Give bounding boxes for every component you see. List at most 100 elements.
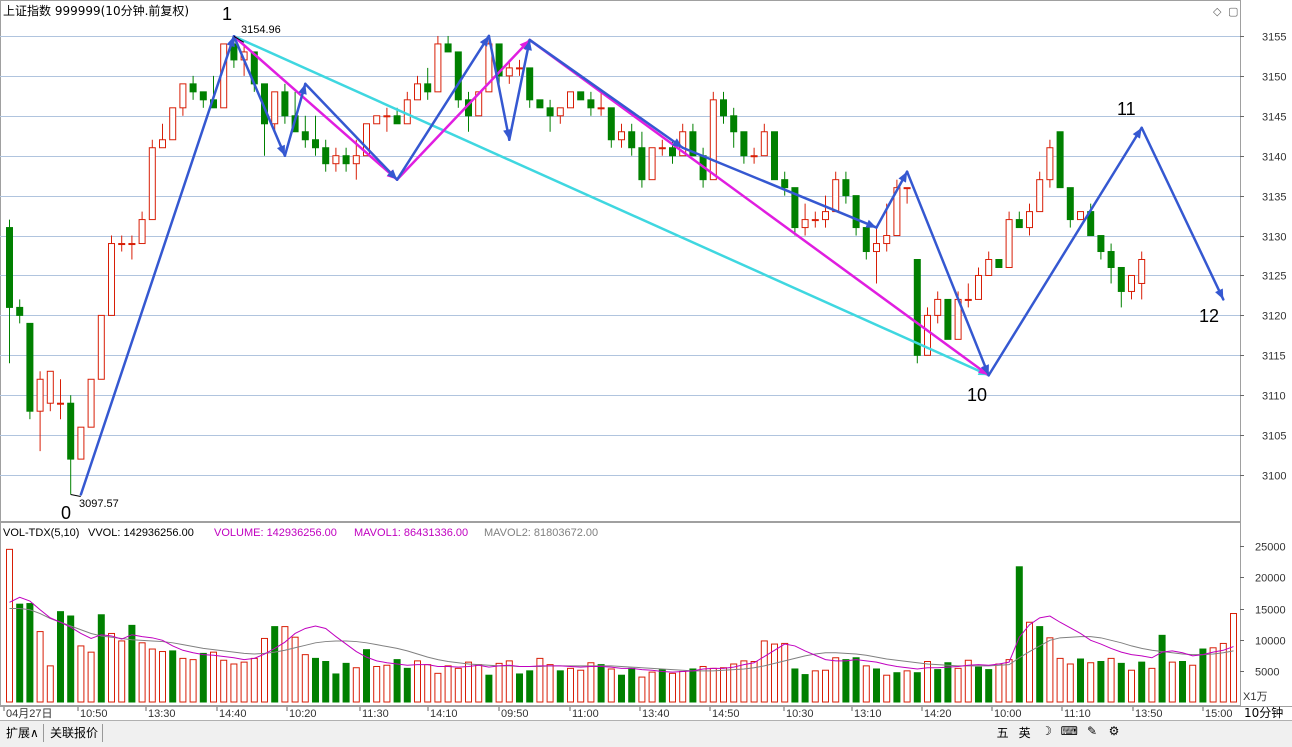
candle-down	[393, 115, 401, 125]
volume-bar-up	[567, 667, 574, 703]
volume-bar-up	[424, 664, 432, 703]
candle-down	[720, 99, 727, 117]
volume-bar-up	[46, 665, 54, 703]
vol-indicator-label: VOL-TDX(5,10)	[3, 527, 79, 539]
volume-bar-up	[505, 660, 513, 703]
candle-up	[434, 43, 442, 93]
candle-up	[97, 314, 105, 380]
maximize-icon[interactable]: ▢	[1228, 5, 1238, 18]
tab-expand[interactable]: 扩展∧	[2, 724, 44, 742]
volume-bar-down	[658, 669, 666, 703]
candle-up	[964, 298, 972, 301]
candle-down	[628, 131, 636, 149]
volume-tick-label: 25000	[1255, 542, 1286, 554]
candle-up	[159, 139, 166, 149]
ime-english-icon[interactable]: 英	[1017, 724, 1033, 742]
volume-bar-down	[1036, 626, 1044, 703]
price-tick-label: 3145	[1262, 112, 1286, 124]
ime-pen-icon[interactable]: ✎	[1084, 724, 1100, 742]
candle-up	[373, 115, 381, 125]
volume-bar-down	[1077, 658, 1084, 703]
candle-up	[556, 107, 564, 117]
candle-up	[597, 107, 605, 110]
price-tick-label: 3135	[1262, 192, 1286, 204]
candle-up	[271, 91, 279, 125]
volume-bar-up	[1230, 613, 1237, 703]
volume-bar-down	[1097, 661, 1105, 703]
volume-bar-down	[332, 673, 340, 703]
volume-bar-up	[1087, 662, 1095, 703]
volume-bar-up	[954, 667, 962, 703]
candle-down	[781, 179, 789, 189]
volume-bar-up	[822, 669, 829, 703]
time-tick-label: 10:50	[80, 708, 108, 720]
volume-bar-up	[832, 657, 840, 703]
volume-bar-down	[322, 661, 330, 703]
period-label[interactable]: 10分钟	[1244, 705, 1283, 720]
candle-up	[567, 91, 574, 109]
chart-background	[0, 0, 1292, 720]
volume-bar-up	[1005, 659, 1013, 703]
time-tick-label: 13:40	[642, 708, 670, 720]
ime-moon-icon[interactable]: ☽	[1039, 724, 1055, 742]
time-tick-label: 10:30	[786, 708, 814, 720]
zigzag-point-0: 0	[61, 503, 71, 523]
volume-bar-up	[577, 669, 585, 703]
volume-bar-down	[169, 650, 177, 703]
candle-down	[771, 131, 778, 181]
candle-up	[505, 67, 513, 77]
volume-bar-down	[526, 670, 534, 703]
volume-bar-up	[740, 660, 748, 703]
candle-up	[1026, 211, 1033, 229]
volume-bar-down	[1158, 634, 1166, 703]
ime-wubi-icon[interactable]: 五	[995, 724, 1011, 742]
volume-bar-down	[271, 626, 279, 703]
volume-bar-down	[485, 674, 493, 703]
candle-up	[1046, 147, 1054, 181]
candle-down	[1066, 187, 1074, 221]
volume-bar-up	[587, 662, 595, 703]
tab-related-quotes[interactable]: 关联报价	[46, 724, 104, 742]
volume-bar-down	[556, 670, 564, 703]
candle-down	[342, 155, 350, 165]
candle-down	[638, 147, 646, 181]
volume-bar-up	[373, 665, 381, 703]
volume-bar-up	[352, 667, 360, 703]
diamond-icon[interactable]: ◇	[1213, 5, 1222, 18]
price-tick-label: 3105	[1262, 431, 1286, 443]
candle-up	[975, 274, 982, 300]
volume-bar-down	[1138, 661, 1146, 703]
volume-bar-up	[6, 548, 13, 703]
volume-bar-down	[893, 672, 901, 703]
volume-bar-up	[189, 659, 197, 703]
candle-down	[1117, 266, 1125, 292]
volume-bar-up	[240, 661, 248, 703]
volume-bar-up	[811, 670, 819, 703]
candle-down	[862, 227, 870, 253]
candle-up	[383, 115, 391, 118]
time-tick-label: 11:30	[362, 708, 389, 720]
stock-chart: 3100 3105 3110 3115 3120 3125 3130 3135 3140 3145…	[0, 0, 1292, 720]
ime-keyboard-icon[interactable]: ⌨	[1061, 724, 1078, 742]
candle-up	[1138, 259, 1146, 284]
candle-down	[424, 83, 432, 93]
ime-settings-icon[interactable]: ⚙	[1106, 724, 1122, 742]
candle-up	[138, 219, 146, 245]
volume-bar-down	[934, 669, 942, 703]
volume-bar-up	[546, 664, 554, 703]
candle-up	[169, 107, 177, 141]
price-tick-label: 3110	[1262, 391, 1286, 403]
volume-bar-up	[1148, 667, 1156, 703]
candle-up	[414, 83, 421, 101]
candle-up	[822, 211, 829, 221]
candle-down	[944, 298, 952, 340]
volume-bar-up	[230, 663, 238, 703]
volume-bar-up	[638, 676, 646, 703]
volume-bar-up	[1128, 669, 1135, 703]
volume-bar-up	[1209, 647, 1217, 703]
candle-down	[67, 402, 75, 460]
candle-down	[526, 67, 534, 101]
candle-up	[873, 243, 880, 253]
volume-bar-up	[36, 631, 44, 703]
candle-up	[832, 179, 840, 213]
